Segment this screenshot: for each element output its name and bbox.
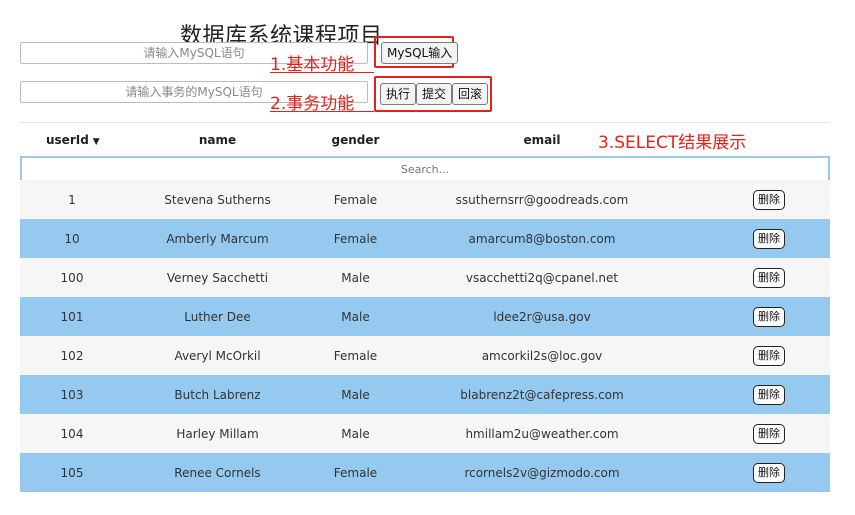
mysql-submit-button[interactable]: MySQL输入 xyxy=(381,42,459,64)
table-row: 103 Butch Labrenz Male blabrenz2t@cafepress… xyxy=(20,375,830,414)
cell-gender: Female xyxy=(333,192,378,207)
cell-name: Stevena Sutherns xyxy=(164,192,271,207)
table-row: 100 Verney Sacchetti Male vsacchetti2q@cpan… xyxy=(20,258,830,297)
cell-userid: 105 xyxy=(60,465,84,480)
cell-name: Amberly Marcum xyxy=(166,231,269,246)
cell-email: hmillam2u@weather.com xyxy=(465,426,619,441)
cell-action: 删除 xyxy=(684,462,830,483)
table-row: 10 Amberly Marcum Female amarcum8@boston.co… xyxy=(20,219,830,258)
table-row: 102 Averyl McOrkil Female amcorkil2s@loc.go… xyxy=(20,336,830,375)
annotation-underline-2 xyxy=(270,111,374,112)
cell-name: Averyl McOrkil xyxy=(174,348,261,363)
delete-row-button[interactable]: 删除 xyxy=(753,345,785,366)
delete-row-button[interactable]: 删除 xyxy=(753,462,785,483)
cell-name: Harley Millam xyxy=(176,426,259,441)
table-row: 105 Renee Cornels Female rcornels2v@gizmodo… xyxy=(20,453,830,492)
cell-userid: 103 xyxy=(60,387,84,402)
cell-email: amarcum8@boston.com xyxy=(468,231,616,246)
cell-userid: 102 xyxy=(60,348,84,363)
cell-userid: 100 xyxy=(60,270,84,285)
column-header-userid[interactable]: userId ▼ xyxy=(20,133,124,147)
cell-email: rcornels2v@gizmodo.com xyxy=(464,465,620,480)
cell-email: blabrenz2t@cafepress.com xyxy=(460,387,624,402)
cell-gender: Female xyxy=(333,348,378,363)
result-table: userId▼ name gender email 1 Stevena Suthe… xyxy=(20,122,830,492)
cell-action: 删除 xyxy=(684,306,830,327)
cell-name: Renee Cornels xyxy=(174,465,261,480)
table-row: 1 Stevena Sutherns Female ssuthernsrr@goodr… xyxy=(20,180,830,219)
column-header-label: userId xyxy=(46,132,89,147)
column-header-gender[interactable]: gender xyxy=(311,133,400,147)
column-header-email[interactable]: email xyxy=(400,133,684,147)
cell-userid: 10 xyxy=(64,231,80,246)
cell-action: 删除 xyxy=(684,189,830,210)
cell-action: 删除 xyxy=(684,345,830,366)
cell-action: 删除 xyxy=(684,423,830,444)
cell-action: 删除 xyxy=(684,267,830,288)
table-search-row xyxy=(20,156,830,180)
cell-userid: 101 xyxy=(60,309,84,324)
cell-gender: Male xyxy=(341,309,370,324)
cell-gender: Male xyxy=(341,387,370,402)
cell-action: 删除 xyxy=(684,228,830,249)
cell-email: vsacchetti2q@cpanel.net xyxy=(465,270,619,285)
cell-email: amcorkil2s@loc.gov xyxy=(481,348,603,363)
annotation-underline-1 xyxy=(270,72,374,73)
table-row: 101 Luther Dee Male ldee2r@usa.gov 删除 xyxy=(20,297,830,336)
cell-userid: 1 xyxy=(68,192,76,207)
table-header: userId ▼ name gender email xyxy=(20,122,830,156)
delete-row-button[interactable]: 删除 xyxy=(753,306,785,327)
cell-gender: Male xyxy=(341,270,370,285)
execute-button[interactable]: 执行 xyxy=(380,83,417,105)
delete-row-button[interactable]: 删除 xyxy=(753,228,785,249)
cell-gender: Female xyxy=(333,465,378,480)
cell-name: Butch Labrenz xyxy=(174,387,261,402)
caret-down-icon: ▼ xyxy=(92,136,100,147)
cell-name: Luther Dee xyxy=(184,309,251,324)
column-header-name[interactable]: name xyxy=(124,133,311,147)
table-row: 104 Harley Millam Male hmillam2u@weather.co… xyxy=(20,414,830,453)
delete-row-button[interactable]: 删除 xyxy=(753,423,785,444)
table-body: 1 Stevena Sutherns Female ssuthernsrr@goodr… xyxy=(20,180,830,492)
delete-row-button[interactable]: 删除 xyxy=(753,384,785,405)
cell-name: Verney Sacchetti xyxy=(166,270,269,285)
cell-userid: 104 xyxy=(60,426,84,441)
commit-button[interactable]: 提交 xyxy=(416,83,453,105)
delete-row-button[interactable]: 删除 xyxy=(753,189,785,210)
cell-action: 删除 xyxy=(684,384,830,405)
delete-row-button[interactable]: 删除 xyxy=(753,267,785,288)
cell-gender: Female xyxy=(333,231,378,246)
cell-email: ssuthernsrr@goodreads.com xyxy=(455,192,629,207)
rollback-button[interactable]: 回滚 xyxy=(452,83,489,105)
table-search-input[interactable] xyxy=(22,159,828,180)
cell-email: ldee2r@usa.gov xyxy=(493,309,591,324)
cell-gender: Male xyxy=(341,426,370,441)
